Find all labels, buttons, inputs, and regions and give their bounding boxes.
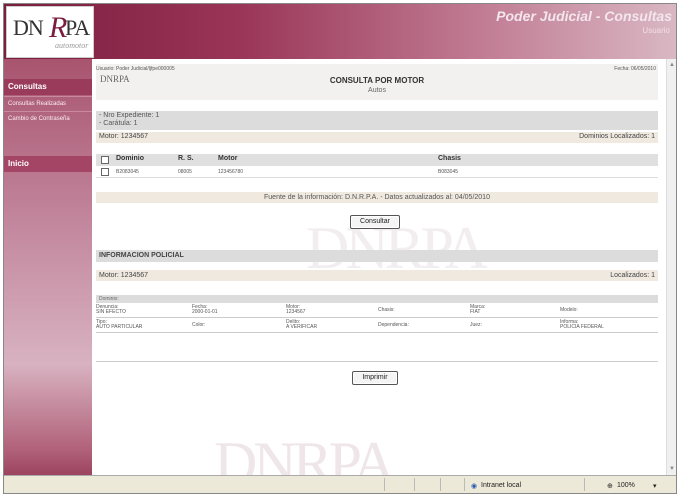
zoom-control[interactable]: ⊕ 100% ▾ bbox=[584, 478, 674, 491]
policial-motor-label: Motor: 1234567 bbox=[99, 272, 149, 279]
logo-subtext: automotor bbox=[55, 41, 89, 50]
pol-field-denuncia: Denuncia: SIN EFECTO bbox=[96, 304, 126, 315]
policial-localizados: Localizados: 1 bbox=[610, 272, 655, 279]
chevron-down-icon[interactable]: ▾ bbox=[653, 482, 657, 490]
sidebar-item-consultas[interactable]: Consultas bbox=[4, 79, 92, 95]
col-rs: R. S. bbox=[178, 155, 194, 162]
col-dominio: Dominio bbox=[116, 155, 144, 162]
sidebar: Consultas Consultas Realizadas Cambio de… bbox=[4, 59, 92, 493]
policial-motor-bar: Motor: 1234567 Localizados: 1 bbox=[96, 270, 658, 281]
col-motor: Motor bbox=[218, 155, 238, 162]
page-subtitle: Autos bbox=[368, 87, 386, 94]
data-source-note: Fuente de la información: D.N.R.P.A. - D… bbox=[96, 192, 658, 203]
divider bbox=[96, 361, 658, 362]
expediente-box: - Nro Expediente: 1 - Carátula: 1 bbox=[96, 111, 658, 130]
status-zone: ◉ Intranet local bbox=[464, 478, 564, 491]
page-title: CONSULTA POR MOTOR bbox=[329, 76, 425, 85]
pol-field-chasis: Chasis: bbox=[378, 307, 395, 313]
pol-field-informa: Informa: POLICIA FEDERAL bbox=[560, 319, 604, 330]
status-segment bbox=[414, 478, 434, 491]
date-label: Fecha: 06/05/2010 bbox=[614, 66, 656, 72]
user-info: Usuario: Poder Judicial/ljfpe000005 bbox=[96, 66, 175, 72]
policial-row-2: Tipo: AUTO PARTICULAR Color: Delito: A VER… bbox=[96, 319, 658, 333]
results-table-header: Dominio R. S. Motor Chasis bbox=[96, 154, 658, 166]
globe-icon: ◉ bbox=[471, 483, 478, 490]
policial-dominio-bar: Dominio: bbox=[96, 295, 658, 303]
row-checkbox[interactable] bbox=[101, 168, 109, 176]
cell-motor: 123456780 bbox=[218, 169, 244, 175]
pol-field-fecha: Fecha: 2000-01-01 bbox=[192, 304, 218, 315]
policial-row-1: Denuncia: SIN EFECTO Fecha: 2000-01-01 Mot… bbox=[96, 304, 658, 318]
app-subtitle: Usuario bbox=[642, 26, 670, 35]
main-content: DNRPA Usuario: Poder Judicial/ljfpe00000… bbox=[96, 64, 658, 464]
pol-field-delito: Delito: A VERIFICAR bbox=[286, 319, 318, 330]
motor-summary-bar: Motor: 1234567 Dominios Localizados: 1 bbox=[96, 132, 658, 143]
table-row[interactable]: B2083045 08005 123456780 B083045 bbox=[96, 167, 658, 178]
informacion-policial-header: INFORMACION POLICIAL bbox=[96, 250, 658, 262]
pol-field-modelo: Modelo: bbox=[560, 307, 578, 313]
sidebar-item-inicio[interactable]: Inicio bbox=[4, 156, 92, 172]
status-bar: ◉ Intranet local ⊕ 100% ▾ bbox=[4, 475, 676, 493]
select-all-checkbox[interactable] bbox=[101, 156, 109, 164]
imprimir-button[interactable]: Imprimir bbox=[352, 371, 398, 385]
pol-field-marca: Marca: FIAT bbox=[470, 304, 486, 315]
top-banner: DN R PA automotor Poder Judicial - Consu… bbox=[4, 4, 676, 59]
zone-label: Intranet local bbox=[481, 482, 522, 489]
policial-details: Denuncia: SIN EFECTO Fecha: 2000-01-01 Mot… bbox=[96, 304, 658, 334]
consultar-button[interactable]: Consultar bbox=[350, 215, 400, 229]
app-title: Poder Judicial - Consultas bbox=[496, 8, 672, 24]
sidebar-item-consultas-realizadas[interactable]: Consultas Realizadas bbox=[4, 96, 92, 110]
expediente-number: - Nro Expediente: 1 bbox=[99, 112, 160, 119]
motor-label: Motor: 1234567 bbox=[99, 133, 149, 140]
dominios-localizados: Dominios Localizados: 1 bbox=[579, 133, 655, 140]
scroll-up-icon[interactable]: ▲ bbox=[668, 61, 676, 69]
cell-dominio: B2083045 bbox=[116, 169, 139, 175]
pol-field-color: Color: bbox=[192, 322, 206, 328]
zoom-level: 100% bbox=[617, 482, 635, 489]
logo-text-pa: PA bbox=[65, 15, 90, 40]
pol-field-motor: Motor: 1234567 bbox=[286, 304, 306, 315]
vertical-scrollbar[interactable]: ▲ ▼ bbox=[666, 59, 676, 475]
pol-field-juez: Juez: bbox=[470, 322, 482, 328]
status-page-icon bbox=[384, 478, 408, 491]
dnrpa-logo: DN R PA automotor bbox=[6, 6, 94, 58]
col-chasis: Chasis bbox=[438, 155, 461, 162]
logo-text-dn: DN bbox=[13, 15, 44, 40]
zoom-icon: ⊕ bbox=[607, 483, 613, 490]
scroll-down-icon[interactable]: ▼ bbox=[668, 465, 676, 473]
pol-field-dependencia: Dependencia: bbox=[378, 322, 409, 328]
status-segment bbox=[440, 478, 460, 491]
cell-chasis: B083045 bbox=[438, 169, 459, 175]
cell-rs: 08005 bbox=[178, 169, 192, 175]
pol-field-tipo: Tipo: AUTO PARTICULAR bbox=[96, 319, 143, 330]
expediente-caratula: - Carátula: 1 bbox=[99, 120, 138, 127]
sidebar-item-cambio-contrasena[interactable]: Cambio de Contraseña bbox=[4, 111, 92, 125]
browser-window: DN R PA automotor Poder Judicial - Consu… bbox=[3, 3, 677, 494]
